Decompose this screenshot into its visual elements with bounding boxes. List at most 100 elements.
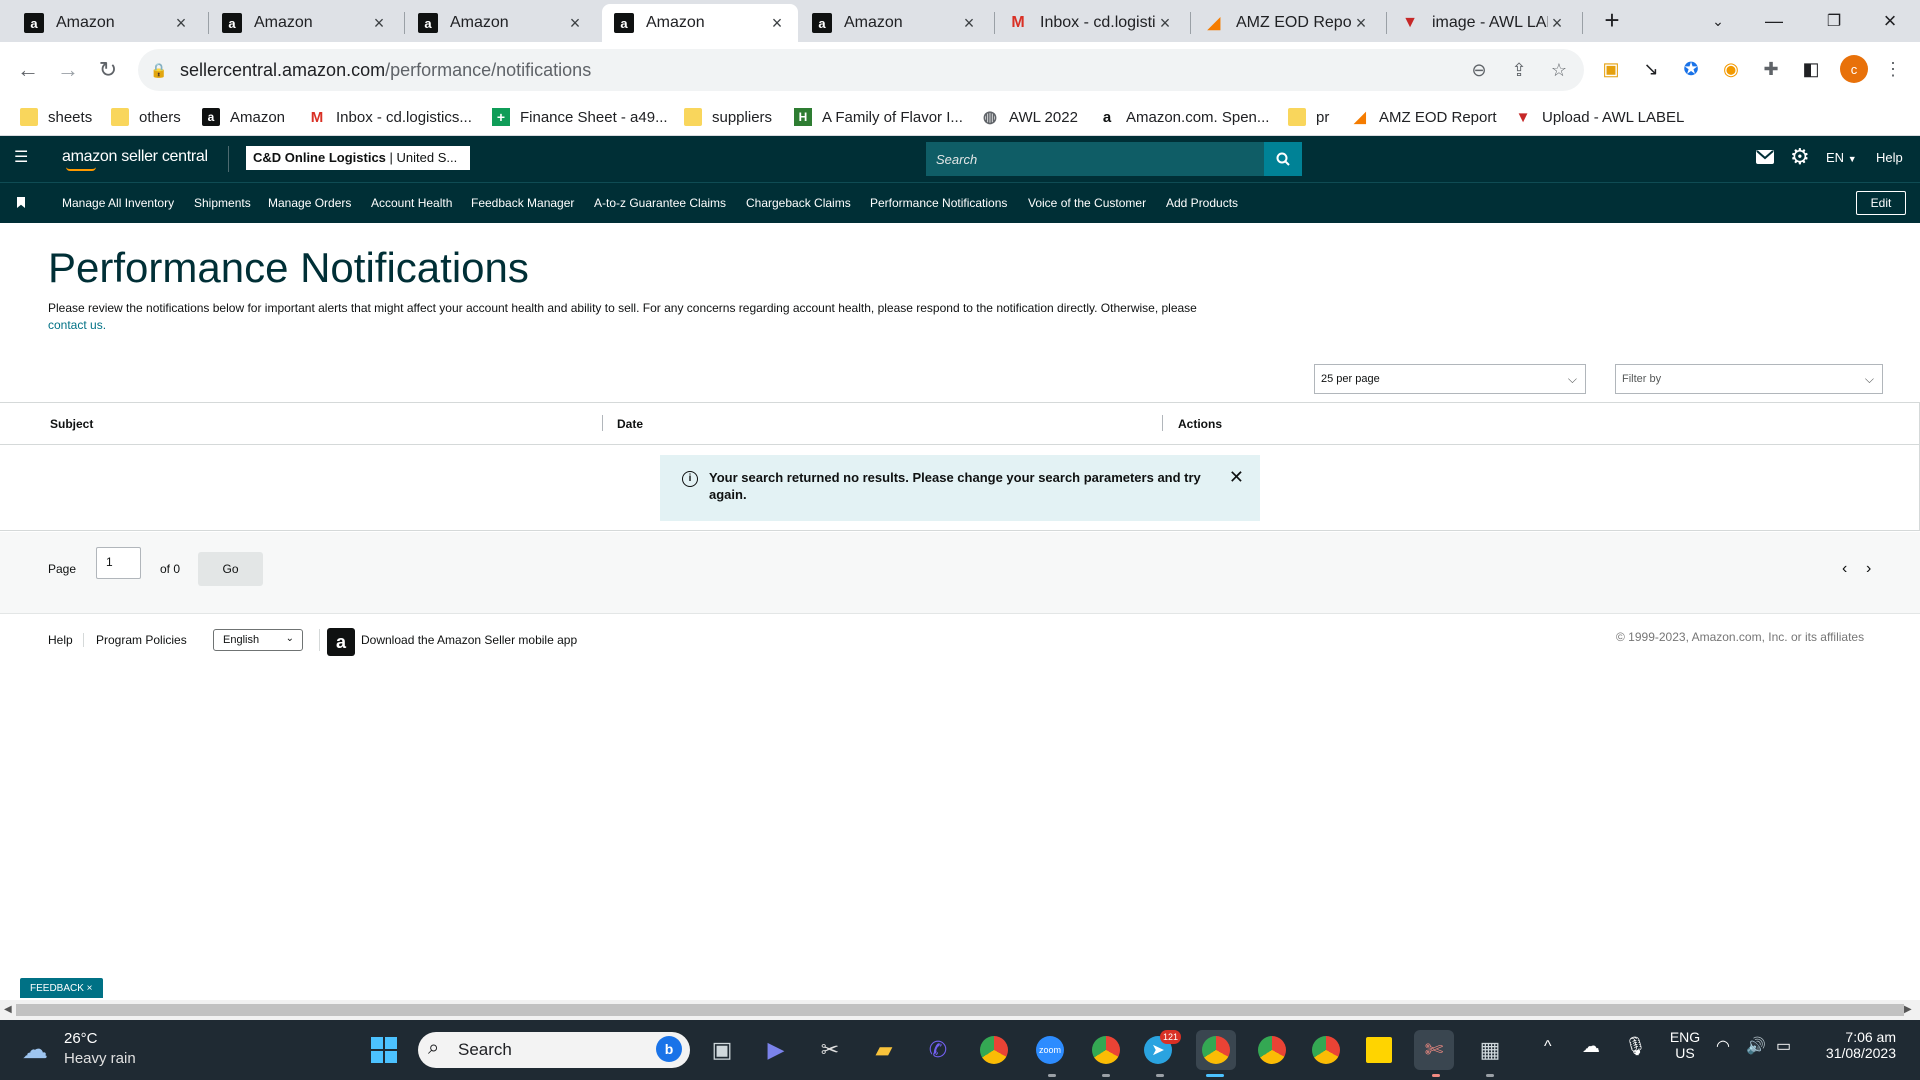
bookmark-star-icon[interactable]: ☆: [1548, 59, 1570, 81]
previous-page-icon[interactable]: ‹: [1842, 560, 1847, 578]
browser-tab[interactable]: a Amazon ×: [12, 4, 202, 42]
viber-icon[interactable]: ✆: [922, 1034, 954, 1066]
weather-condition[interactable]: Heavy rain: [64, 1050, 136, 1067]
new-tab-button[interactable]: +: [1584, 0, 1640, 41]
profile-avatar[interactable]: c: [1840, 55, 1868, 83]
bookmark-item[interactable]: ▼ Upload - AWL LABEL: [1514, 106, 1685, 128]
amazon-app-icon[interactable]: a: [327, 628, 355, 656]
close-icon[interactable]: ✕: [1229, 467, 1244, 488]
task-view-icon[interactable]: ▣: [706, 1034, 738, 1066]
nav-voice-of-the-customer[interactable]: Voice of the Customer: [1028, 196, 1146, 210]
close-icon[interactable]: ×: [960, 13, 978, 34]
close-icon[interactable]: ×: [370, 13, 388, 34]
bookmark-item[interactable]: others: [111, 106, 181, 128]
scroll-left-icon[interactable]: ◀: [4, 1004, 12, 1015]
go-button[interactable]: Go: [198, 552, 263, 586]
input-language[interactable]: ENG US: [1668, 1029, 1702, 1061]
search-button[interactable]: [1264, 142, 1302, 176]
wifi-icon[interactable]: ◠: [1716, 1036, 1730, 1056]
nav-feedback-manager[interactable]: Feedback Manager: [471, 196, 574, 210]
nav-shipments[interactable]: Shipments: [194, 196, 251, 210]
side-panel-icon[interactable]: ◧: [1798, 56, 1824, 82]
nav-performance-notifications[interactable]: Performance Notifications: [870, 196, 1007, 210]
nav-chargeback-claims[interactable]: Chargeback Claims: [746, 196, 851, 210]
scroll-right-icon[interactable]: ▶: [1904, 1004, 1912, 1015]
per-page-select[interactable]: 25 per page ⌵: [1314, 364, 1586, 394]
horizontal-scrollbar[interactable]: ◀ ▶: [0, 1000, 1920, 1020]
seller-central-logo[interactable]: amazon seller central: [62, 148, 208, 171]
program-policies-link[interactable]: Program Policies: [96, 633, 187, 647]
account-switcher[interactable]: C&D Online Logistics | United S...: [246, 146, 470, 170]
close-icon[interactable]: ×: [1352, 13, 1370, 34]
restore-button[interactable]: ❐: [1806, 0, 1862, 42]
help-link[interactable]: Help: [1876, 150, 1903, 165]
battery-icon[interactable]: ▭: [1776, 1036, 1791, 1056]
back-arrow-icon[interactable]: ←: [12, 54, 44, 86]
column-header-date[interactable]: Date: [617, 417, 643, 431]
download-app-link[interactable]: Download the Amazon Seller mobile app: [361, 633, 577, 647]
browser-tab[interactable]: ◢ AMZ EOD Report ×: [1192, 4, 1382, 42]
language-selector[interactable]: EN ▼: [1826, 150, 1857, 165]
bookmark-item[interactable]: ◢ AMZ EOD Report: [1351, 106, 1496, 128]
browser-tab[interactable]: a Amazon ×: [406, 4, 596, 42]
volume-icon[interactable]: 🔊: [1746, 1036, 1766, 1056]
bookmark-item[interactable]: H A Family of Flavor I...: [794, 106, 963, 128]
bookmark-item[interactable]: sheets: [20, 106, 92, 128]
column-header-subject[interactable]: Subject: [50, 417, 93, 431]
gear-icon[interactable]: ⚙: [1790, 145, 1810, 169]
close-window-button[interactable]: ×: [1862, 0, 1918, 42]
chrome-active-icon[interactable]: [1202, 1036, 1230, 1064]
feedback-button[interactable]: FEEDBACK ×: [20, 978, 103, 998]
search-input[interactable]: Search: [926, 142, 1264, 176]
system-clock[interactable]: 7:06 am 31/08/2023: [1810, 1029, 1896, 1061]
microphone-icon[interactable]: 🎙: [1624, 1036, 1647, 1057]
page-number-input[interactable]: 1: [96, 547, 141, 579]
zoom-icon[interactable]: ⊖: [1468, 59, 1490, 81]
footer-help-link[interactable]: Help: [48, 633, 73, 647]
bookmark-item[interactable]: pr: [1288, 106, 1329, 128]
zoom-icon[interactable]: zoom: [1036, 1036, 1064, 1064]
weather-icon[interactable]: ☁: [22, 1034, 48, 1065]
bookmark-item[interactable]: a Amazon.com. Spen...: [1098, 106, 1270, 128]
browser-tab[interactable]: M Inbox - cd.logistic ×: [996, 4, 1186, 42]
sticky-notes-icon[interactable]: [1366, 1037, 1392, 1063]
filter-by-select[interactable]: Filter by ⌵: [1615, 364, 1883, 394]
hamburger-menu-icon[interactable]: ☰: [14, 150, 28, 166]
chrome-profile-icon[interactable]: [1092, 1036, 1120, 1064]
taskbar-search-box[interactable]: ⌕ Search b: [418, 1032, 690, 1068]
forward-arrow-icon[interactable]: →: [52, 54, 84, 86]
reload-icon[interactable]: ↻: [92, 54, 124, 86]
bookmark-item[interactable]: ◍ AWL 2022: [981, 106, 1078, 128]
bookmark-item[interactable]: suppliers: [684, 106, 772, 128]
bookmark-item[interactable]: a Amazon: [202, 106, 285, 128]
nav-manage-all-inventory[interactable]: Manage All Inventory: [62, 196, 174, 210]
bookmark-item[interactable]: M Inbox - cd.logistics...: [308, 106, 472, 128]
snipping-tool-icon[interactable]: ✄: [1418, 1034, 1450, 1066]
weather-temperature[interactable]: 26°C: [64, 1030, 98, 1047]
contact-us-link[interactable]: contact us.: [48, 318, 106, 332]
close-icon[interactable]: ×: [768, 13, 786, 34]
extension-icon[interactable]: ▣: [1598, 56, 1624, 82]
extension-icon[interactable]: ◉: [1718, 56, 1744, 82]
calculator-icon[interactable]: ▦: [1474, 1034, 1506, 1066]
chrome-icon[interactable]: [980, 1036, 1008, 1064]
chrome-profile-icon[interactable]: [1312, 1036, 1340, 1064]
onedrive-icon[interactable]: ☁: [1582, 1036, 1600, 1057]
close-icon[interactable]: ×: [1548, 13, 1566, 34]
file-explorer-icon[interactable]: ▰: [868, 1034, 900, 1066]
browser-tab[interactable]: a Amazon ×: [800, 4, 990, 42]
browser-tab[interactable]: a Amazon ×: [210, 4, 400, 42]
close-icon[interactable]: ×: [1156, 13, 1174, 34]
extension-icon[interactable]: ✪: [1678, 56, 1704, 82]
bookmark-item[interactable]: + Finance Sheet - a49...: [492, 106, 668, 128]
mail-icon[interactable]: [1756, 150, 1774, 164]
edit-nav-button[interactable]: Edit: [1856, 191, 1906, 215]
windows-start-icon[interactable]: [368, 1034, 400, 1066]
share-icon[interactable]: ⇪: [1508, 59, 1530, 81]
tab-search-icon[interactable]: ⌄: [1690, 0, 1746, 42]
nav-manage-orders[interactable]: Manage Orders: [268, 196, 351, 210]
browser-tab-active[interactable]: a Amazon ×: [602, 4, 798, 42]
close-icon[interactable]: ×: [566, 13, 584, 34]
chevron-up-icon[interactable]: ^: [1544, 1038, 1552, 1056]
extension-icon[interactable]: ↘: [1638, 56, 1664, 82]
